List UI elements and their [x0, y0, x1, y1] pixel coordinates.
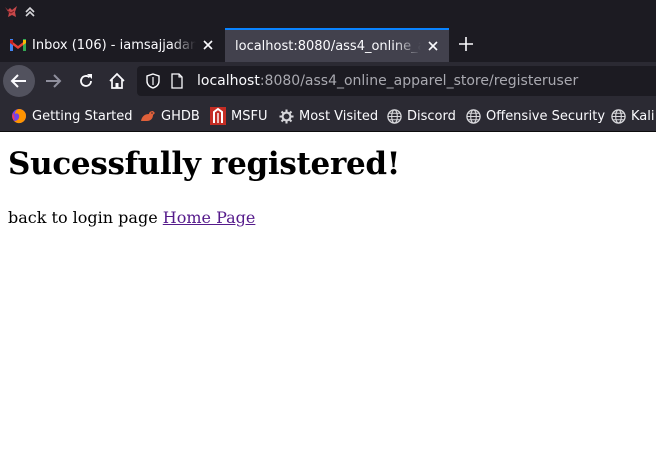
bookmark-msfu[interactable]: MSFU — [210, 106, 267, 126]
bookmark-discord[interactable]: Discord — [387, 106, 456, 126]
new-tab-button[interactable] — [453, 31, 479, 57]
window-top-strip — [0, 0, 656, 26]
close-icon — [428, 41, 438, 51]
reload-icon — [80, 74, 92, 87]
gmail-icon — [10, 39, 26, 51]
firefox-icon — [12, 109, 27, 124]
arrow-left-icon — [10, 74, 26, 88]
close-tab-button[interactable] — [196, 33, 220, 57]
bookmark-most-visited[interactable]: Most Visited — [279, 106, 378, 126]
close-tab-button[interactable] — [421, 34, 445, 58]
page-icon[interactable] — [171, 73, 183, 89]
tab-localhost[interactable]: localhost:8080/ass4_online_ap — [225, 28, 449, 62]
bookmark-label: MSFU — [231, 108, 268, 124]
login-message-text: back to login page — [8, 208, 158, 227]
address-bar[interactable]: localhost:8080/ass4_online_apparel_store… — [137, 66, 656, 96]
home-button[interactable] — [101, 65, 133, 97]
bookmark-label: Discord — [407, 108, 456, 124]
plus-icon — [459, 37, 473, 51]
bookmark-offensive-security[interactable]: Offensive Security — [466, 106, 605, 126]
bookmark-getting-started[interactable]: Getting Started — [11, 106, 133, 126]
url-host: localhost — [197, 73, 260, 89]
globe-icon — [466, 108, 481, 124]
arrow-right-icon — [46, 74, 62, 88]
bookmark-ghdb[interactable]: GHDB — [140, 106, 200, 126]
bookmark-label: GHDB — [161, 108, 200, 124]
bookmark-label: Most Visited — [299, 108, 379, 124]
tab-strip: Inbox (106) - iamsajjadans localhost:808… — [0, 26, 656, 62]
close-icon — [203, 40, 213, 50]
bookmark-label: Kali — [631, 108, 655, 124]
forward-button[interactable] — [37, 65, 69, 97]
globe-icon — [387, 108, 402, 124]
chevron-up-double-icon[interactable] — [24, 6, 36, 18]
reload-button[interactable] — [70, 65, 102, 97]
kali-dragon-icon[interactable] — [4, 5, 18, 19]
ghdb-icon — [141, 111, 155, 121]
home-page-link[interactable]: Home Page — [163, 208, 256, 227]
back-button[interactable] — [3, 65, 35, 97]
page-heading: Sucessfully registered! — [8, 146, 401, 182]
bookmark-label: Offensive Security — [486, 108, 606, 124]
login-message: back to login page Home Page — [8, 208, 255, 227]
bookmark-kali[interactable]: Kali — [611, 106, 655, 126]
tab-title: Inbox (106) - iamsajjadans — [32, 37, 196, 53]
msfu-icon — [210, 107, 226, 125]
home-icon — [109, 72, 125, 89]
bookmarks-toolbar: Getting Started GHDB MSFU Most Visited D… — [0, 100, 656, 132]
navigation-toolbar: localhost:8080/ass4_online_apparel_store… — [0, 62, 656, 100]
gear-icon — [279, 108, 294, 124]
tab-inbox[interactable]: Inbox (106) - iamsajjadans — [0, 28, 224, 62]
url-path: :8080/ass4_online_apparel_store/register… — [259, 73, 579, 89]
url-text[interactable]: localhost:8080/ass4_online_apparel_store… — [197, 73, 578, 89]
tab-title: localhost:8080/ass4_online_ap — [235, 38, 421, 54]
bookmark-label: Getting Started — [32, 108, 133, 124]
shield-icon[interactable] — [146, 73, 160, 89]
page-content: Sucessfully registered! back to login pa… — [0, 132, 656, 475]
globe-icon — [611, 108, 626, 124]
